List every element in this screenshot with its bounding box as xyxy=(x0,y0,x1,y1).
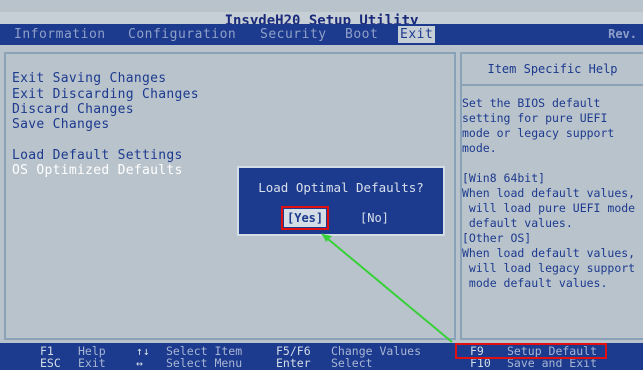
tab-boot[interactable]: Boot xyxy=(345,26,378,43)
footer-desc-select-menu: Select Menu xyxy=(166,356,243,370)
yes-button[interactable]: [Yes] xyxy=(280,206,330,230)
f9-highlight-box xyxy=(455,343,607,359)
menu-exit-discarding-changes[interactable]: Exit Discarding Changes xyxy=(12,87,199,103)
help-text: Set the BIOS default setting for pure UE… xyxy=(462,96,636,290)
menu-save-changes[interactable]: Save Changes xyxy=(12,117,110,133)
tab-configuration[interactable]: Configuration xyxy=(128,26,236,43)
menu-discard-changes[interactable]: Discard Changes xyxy=(12,102,134,118)
footer-key-enter: Enter xyxy=(276,356,311,370)
tab-exit[interactable]: Exit xyxy=(398,26,436,43)
footer-key-leftright: ↔ xyxy=(136,356,143,370)
help-title: Item Specific Help xyxy=(487,62,618,76)
tab-bar: Information Configuration Security Boot … xyxy=(0,24,643,45)
footer-key-esc: ESC xyxy=(40,356,61,370)
confirm-dialog: Load Optimal Defaults? [Yes] [No] xyxy=(237,166,445,236)
help-divider xyxy=(462,84,643,86)
footer-desc-exit: Exit xyxy=(78,356,106,370)
menu-load-default-settings[interactable]: Load Default Settings xyxy=(12,148,183,164)
tab-security[interactable]: Security xyxy=(260,26,327,43)
help-pane: Item Specific Help Set the BIOS default … xyxy=(460,52,643,340)
revision-label: Rev. xyxy=(608,27,637,41)
dialog-title: Load Optimal Defaults? xyxy=(258,180,424,195)
menu-os-optimized-defaults[interactable]: OS Optimized Defaults xyxy=(12,163,183,179)
footer-desc-select: Select xyxy=(331,356,373,370)
menu-exit-saving-changes[interactable]: Exit Saving Changes xyxy=(12,71,166,87)
bios-screen: InsydeH20 Setup Utility Information Conf… xyxy=(0,0,643,370)
tab-information[interactable]: Information xyxy=(14,26,106,43)
no-button[interactable]: [No] xyxy=(357,209,392,227)
